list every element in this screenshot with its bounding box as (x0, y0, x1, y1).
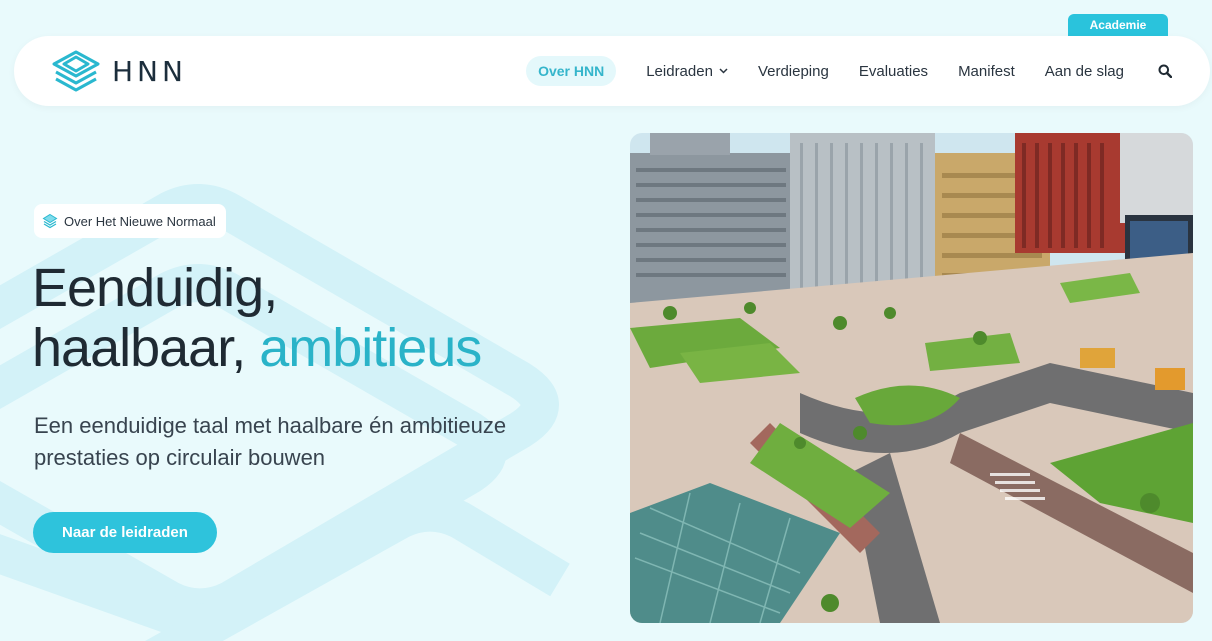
hero-badge-label: Over Het Nieuwe Normaal (64, 213, 216, 229)
site-header: HNN Over HNN Leidraden Verdieping Evalua… (14, 36, 1210, 106)
nav-item-aan-de-slag[interactable]: Aan de slag (1045, 63, 1124, 80)
nav-item-verdieping[interactable]: Verdieping (758, 63, 829, 80)
hero-headline: Eenduidig, haalbaar, ambitieus (32, 258, 482, 378)
hero-headline-line2: haalbaar, (32, 318, 260, 378)
city-square-illustration (630, 133, 1193, 623)
logo-text: HNN (112, 54, 187, 88)
nav-item-leidraden-label: Leidraden (646, 62, 713, 80)
search-icon[interactable] (1158, 64, 1172, 78)
nav-item-over-hnn[interactable]: Over HNN (526, 56, 617, 86)
academie-tab[interactable]: Academie (1068, 14, 1168, 36)
layers-badge-icon (42, 213, 58, 229)
nav-item-leidraden[interactable]: Leidraden (646, 63, 728, 80)
nav-item-manifest[interactable]: Manifest (958, 63, 1015, 80)
layers-logo-icon (52, 50, 100, 92)
naar-de-leidraden-button[interactable]: Naar de leidraden (33, 512, 217, 553)
hero-image (630, 133, 1193, 623)
hero-subtitle: Een eenduidige taal met haalbare én ambi… (34, 413, 507, 470)
hero-headline-accent: ambitieus (259, 318, 482, 378)
main-nav: Over HNN Leidraden Verdieping Evaluaties… (526, 36, 1172, 106)
hero-headline-line1: Eenduidig, (32, 258, 278, 318)
hero-badge: Over Het Nieuwe Normaal (34, 204, 226, 238)
nav-item-evaluaties[interactable]: Evaluaties (859, 63, 928, 80)
logo[interactable]: HNN (50, 48, 187, 94)
chevron-down-icon (719, 68, 728, 74)
